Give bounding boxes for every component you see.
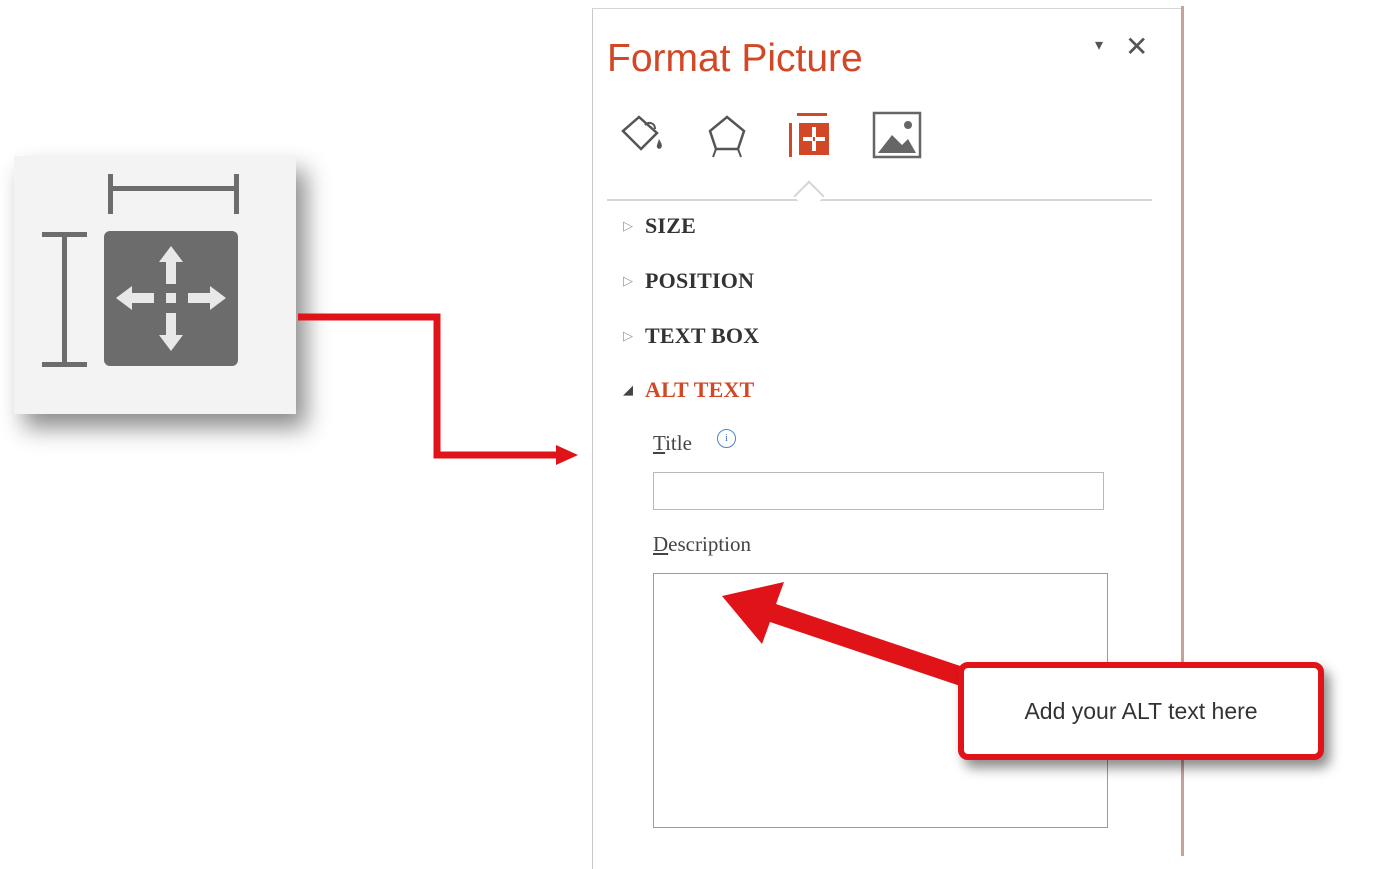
picture-icon[interactable] <box>870 109 924 163</box>
tab-divider <box>607 199 1152 201</box>
pane-title: Format Picture <box>607 37 863 80</box>
title-input[interactable] <box>653 472 1104 510</box>
info-icon[interactable]: i <box>717 429 736 448</box>
section-label: ALT TEXT <box>645 377 755 402</box>
zoomed-size-properties-icon <box>14 156 296 414</box>
section-label: TEXT BOX <box>645 323 760 348</box>
expand-triangle-icon: ▷ <box>623 218 633 233</box>
pane-options-dropdown[interactable]: ▾ <box>1095 35 1103 55</box>
description-label-rest: escription <box>668 532 751 556</box>
expand-triangle-icon: ▷ <box>623 328 633 343</box>
close-icon[interactable]: ✕ <box>1125 33 1148 61</box>
effects-icon[interactable] <box>700 109 754 163</box>
active-tab-pointer <box>793 180 825 212</box>
size-properties-icon <box>42 174 239 367</box>
title-label-accesskey: T <box>653 431 666 455</box>
collapse-triangle-icon: ◢ <box>623 382 633 397</box>
size-properties-tab-icon[interactable] <box>785 109 839 163</box>
callout-text: Add your ALT text here <box>1024 697 1258 724</box>
section-label: POSITION <box>645 268 755 293</box>
description-label: Description <box>653 532 751 557</box>
section-text-box[interactable]: ▷ TEXT BOX <box>623 319 759 353</box>
title-label-rest: itle <box>665 431 692 455</box>
section-position[interactable]: ▷ POSITION <box>623 264 754 298</box>
expand-triangle-icon: ▷ <box>623 273 633 288</box>
title-label: Title <box>653 431 692 456</box>
description-label-accesskey: D <box>653 532 669 556</box>
section-alt-text[interactable]: ◢ ALT TEXT <box>623 373 754 407</box>
callout-box: Add your ALT text here <box>958 662 1324 760</box>
fill-line-icon[interactable] <box>615 109 669 163</box>
section-size[interactable]: ▷ SIZE <box>623 209 696 243</box>
section-label: SIZE <box>645 213 696 238</box>
